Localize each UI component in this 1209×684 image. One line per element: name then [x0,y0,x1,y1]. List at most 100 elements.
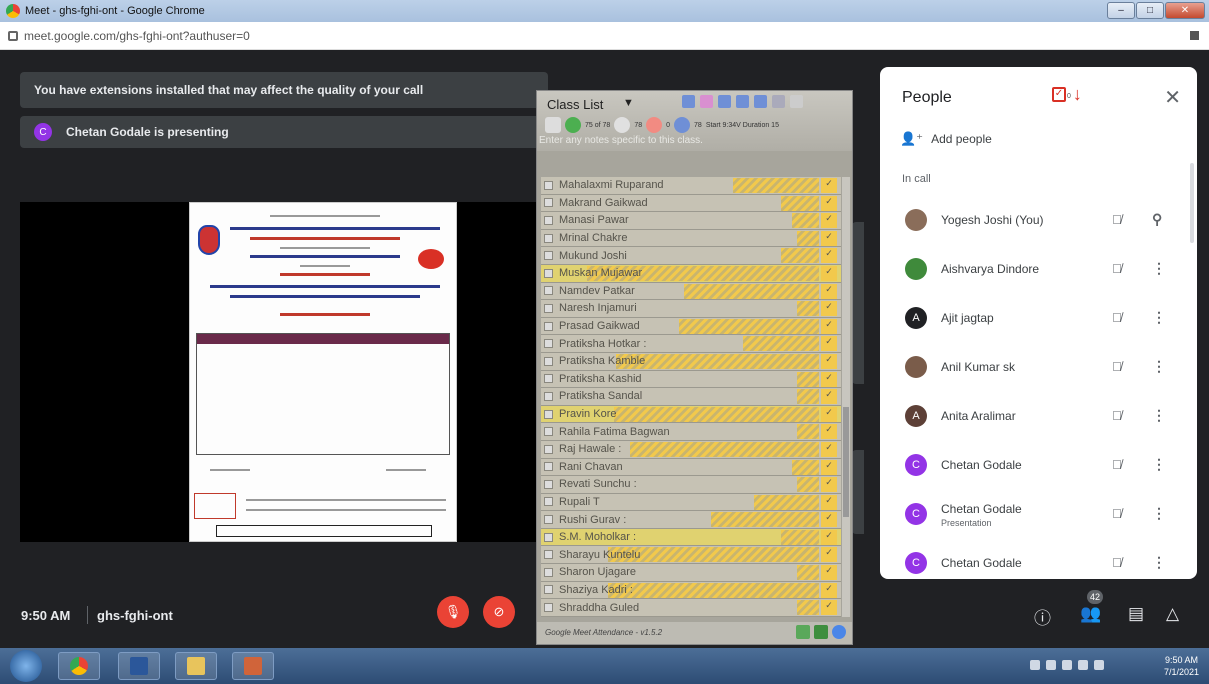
attendance-status-icon[interactable]: ✓ [821,195,837,211]
student-checkbox[interactable] [544,550,553,560]
camera-off-button[interactable]: ⊘ [483,596,515,628]
student-checkbox[interactable] [544,286,553,296]
attendance-status-icon[interactable]: ✓ [821,371,837,387]
attendance-status-icon[interactable]: ✓ [821,512,837,528]
close-people-button[interactable]: ✕ [1164,85,1181,110]
attendance-status-icon[interactable]: ✓ [821,248,837,264]
more-options-icon[interactable]: ⋮ [1152,407,1166,424]
pin-icon[interactable] [790,95,803,108]
student-row[interactable]: Manasi Pawar ✓ [541,212,841,230]
mic-off-icon[interactable]: 🎙̸ [1112,359,1122,374]
pause-icon[interactable] [545,117,561,133]
student-row[interactable]: Pratiksha Kashid ✓ [541,370,841,389]
student-checkbox[interactable] [544,303,553,313]
student-row[interactable]: Namdev Patkar ✓ [541,282,841,301]
arrow-down-icon[interactable]: ↓ [1073,85,1082,103]
attendance-status-icon[interactable]: ✓ [821,565,837,581]
mic-off-button[interactable]: 🎙 [437,596,469,628]
people-icon[interactable]: 👥 [1080,604,1101,624]
attendance-status-icon[interactable]: ✓ [821,600,837,616]
more-options-icon[interactable]: ⋮ [1152,456,1166,473]
edit-icon[interactable] [682,95,695,108]
attendance-status-icon[interactable]: ✓ [821,494,837,510]
attendance-status-icon[interactable]: ✓ [821,424,837,440]
student-checkbox[interactable] [544,251,553,261]
student-row[interactable]: Sharayu Kuntelu ✓ [541,546,841,565]
pin-icon[interactable]: ⚲ [1152,211,1162,228]
presentation-stage[interactable] [20,202,548,542]
participant-row[interactable]: A Anita Aralimar 🎙̸ ⋮ [880,391,1197,440]
chat-icon[interactable]: ▤ [1128,604,1144,624]
start-button[interactable] [10,650,42,682]
participant-tile[interactable] [852,304,864,384]
address-bar[interactable]: meet.google.com/ghs-fghi-ont?authuser=0 [0,22,1209,50]
extension-icon[interactable] [1190,31,1199,40]
meeting-details-icon[interactable]: ⓘ [1034,604,1051,629]
attendance-status-icon[interactable]: ✓ [821,353,837,369]
attendance-status-icon[interactable]: ✓ [821,389,837,405]
student-row[interactable]: Revati Sunchu : ✓ [541,476,841,494]
more-options-icon[interactable]: ⋮ [1152,505,1166,522]
mic-off-icon[interactable]: 🎙̸ [1112,506,1122,521]
taskbar-clock[interactable]: 9:50 AM 7/1/2021 [1164,654,1199,678]
mic-off-icon[interactable]: 🎙̸ [1112,212,1122,227]
class-notes-input[interactable]: Enter any notes specific to this class. [539,135,703,146]
student-row[interactable]: Prasad Gaikwad ✓ [541,317,841,336]
student-checkbox[interactable] [544,391,553,401]
attendance-status-icon[interactable]: ✓ [821,547,837,563]
attendance-status-icon[interactable]: ✓ [821,477,837,493]
student-row[interactable]: Pratiksha Kamble ✓ [541,352,841,371]
student-row[interactable]: Rushi Gurav : ✓ [541,511,841,529]
minimize-button[interactable]: – [1107,2,1135,19]
student-checkbox[interactable] [544,198,553,208]
attendance-status-icon[interactable]: ✓ [821,213,837,229]
student-row[interactable]: Rahila Fatima Bagwan ✓ [541,423,841,441]
taskbar-app[interactable] [232,652,274,680]
student-checkbox[interactable] [544,444,553,454]
keyboard-icon[interactable] [1046,660,1056,670]
attendance-status-icon[interactable]: ✓ [821,265,837,281]
attendance-check-icon[interactable]: ✓ [1052,87,1066,102]
student-list-scrollbar[interactable] [842,177,850,617]
participant-row[interactable]: C Chetan Godale 🎙̸ ⋮ [880,538,1197,579]
student-checkbox[interactable] [544,215,553,225]
student-row[interactable]: Naresh Injamuri ✓ [541,300,841,318]
class-select-chevron-down-icon[interactable]: ▼ [623,97,634,109]
mic-off-icon[interactable]: 🎙̸ [1112,457,1122,472]
mic-off-icon[interactable]: 🎙̸ [1112,408,1122,423]
student-row[interactable]: Pravin Kore ✓ [541,405,841,424]
activities-icon[interactable]: △ [1166,604,1179,624]
attendance-status-icon[interactable]: ✓ [821,230,837,246]
participant-tile[interactable] [852,450,864,534]
student-checkbox[interactable] [544,427,553,437]
attendance-status-icon[interactable]: ✓ [821,178,837,193]
more-options-icon[interactable]: ⋮ [1152,358,1166,375]
signal-icon[interactable] [1094,660,1104,670]
student-row[interactable]: Mukund Joshi ✓ [541,247,841,265]
flag-icon[interactable] [1062,660,1072,670]
student-checkbox[interactable] [544,409,553,419]
student-checkbox[interactable] [544,462,553,472]
more-options-icon[interactable]: ⋮ [1152,309,1166,326]
student-checkbox[interactable] [544,268,553,278]
student-row[interactable]: Makrand Gaikwad ✓ [541,194,841,213]
attendance-widget[interactable]: ✓ 0 ↓ [1052,85,1082,103]
attendance-status-icon[interactable]: ✓ [821,582,837,598]
student-row[interactable]: Raj Hawale : ✓ [541,440,841,459]
taskbar-chrome[interactable] [58,652,100,680]
student-checkbox[interactable] [544,233,553,243]
attendance-status-icon[interactable]: ✓ [821,318,837,334]
attendance-status-icon[interactable]: ✓ [821,441,837,457]
student-row[interactable]: Mrinal Chakre ✓ [541,229,841,248]
participant-row[interactable]: C Chetan Godale Presentation 🎙̸ ⋮ [880,489,1197,538]
participant-row[interactable]: Aishvarya Dindore 🎙̸ ⋮ [880,244,1197,293]
student-row[interactable]: Rani Chavan ✓ [541,458,841,477]
maximize-button[interactable]: □ [1136,2,1164,19]
globe-icon[interactable] [718,95,731,108]
attendance-status-icon[interactable]: ✓ [821,336,837,352]
taskbar-word[interactable] [118,652,160,680]
settings-icon[interactable] [772,95,785,108]
student-row[interactable]: Mahalaxmi Ruparand ✓ [541,177,841,195]
attendance-status-icon[interactable]: ✓ [821,301,837,317]
participant-list-scrollbar[interactable] [1190,163,1194,243]
